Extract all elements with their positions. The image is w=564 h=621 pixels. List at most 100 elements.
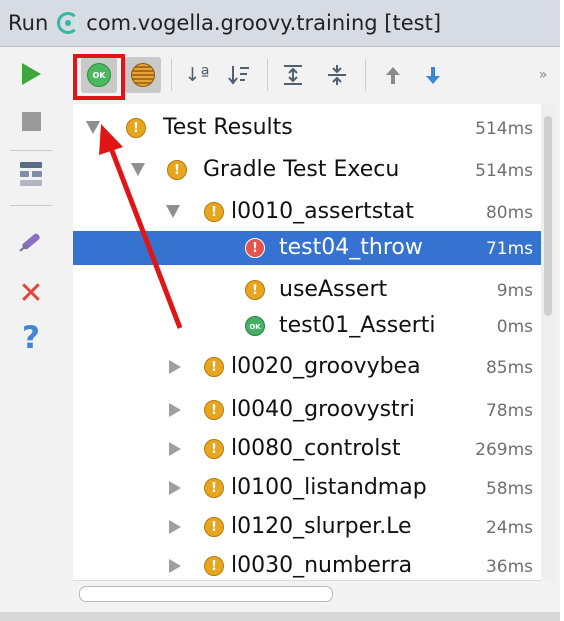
row-duration: 78ms: [485, 401, 533, 421]
toolbar-separator: [365, 59, 366, 91]
row-duration: 9ms: [496, 281, 533, 301]
collapsed-arrow-icon[interactable]: [169, 403, 181, 417]
collapsed-arrow-icon[interactable]: [169, 559, 181, 573]
run-label: Run: [8, 11, 49, 35]
layout-button[interactable]: [14, 157, 48, 191]
warning-icon: !: [204, 478, 224, 498]
error-icon: !: [245, 238, 265, 258]
warning-icon: !: [204, 202, 224, 222]
toolbar-separator: [171, 59, 172, 91]
warning-icon: !: [245, 280, 265, 300]
help-icon: ?: [22, 319, 40, 356]
sort-alpha-icon: ↓ª: [184, 64, 210, 86]
previous-failed-button[interactable]: [375, 57, 411, 93]
sort-alphabetically-button[interactable]: ↓ª: [179, 57, 215, 93]
tree-row[interactable]: ! l0010_assertstat 80ms: [73, 195, 541, 229]
row-duration: 514ms: [475, 119, 533, 139]
test-toolbar: OK ↓ª »: [63, 47, 560, 103]
toolbar-separator: [267, 59, 268, 91]
collapse-all-button[interactable]: [319, 57, 355, 93]
row-duration: 80ms: [485, 203, 533, 223]
run-config-icon: [57, 12, 80, 34]
tree-row[interactable]: ! Test Results 514ms: [73, 111, 541, 145]
more-actions-button[interactable]: »: [525, 57, 561, 93]
row-duration: 58ms: [485, 479, 533, 499]
chevron-double-right-icon: »: [538, 67, 548, 83]
expanded-arrow-icon[interactable]: [86, 121, 100, 134]
row-label: test01_Asserti: [279, 313, 436, 338]
arrow-up-icon: [386, 67, 400, 84]
scrollbar-thumb[interactable]: [79, 586, 333, 602]
scrollbar-thumb[interactable]: [544, 116, 552, 316]
warning-icon: !: [204, 357, 224, 377]
row-label: l0040_groovystri: [231, 397, 415, 422]
warning-icon: !: [204, 400, 224, 420]
tree-vertical-scrollbar[interactable]: [541, 104, 555, 580]
row-duration: 269ms: [475, 440, 533, 460]
bottom-strip: [0, 612, 560, 621]
row-label: l0100_listandmap: [231, 475, 427, 500]
show-ignored-button[interactable]: [125, 57, 161, 93]
warning-icon: !: [167, 160, 187, 180]
row-label: Gradle Test Execu: [203, 157, 400, 182]
tree-row[interactable]: OK test01_Asserti 0ms: [73, 309, 541, 343]
collapsed-arrow-icon[interactable]: [169, 360, 181, 374]
row-duration: 24ms: [485, 518, 533, 538]
run-config-name[interactable]: com.vogella.groovy.training [test]: [86, 11, 441, 35]
row-duration: 514ms: [475, 161, 533, 181]
row-label: Test Results: [163, 115, 293, 140]
help-button[interactable]: ?: [14, 321, 48, 355]
ignored-icon: [131, 63, 155, 87]
row-label: l0020_groovybea: [231, 354, 421, 379]
rerun-button[interactable]: [14, 57, 48, 91]
title-bar: Run com.vogella.groovy.training [test]: [0, 0, 560, 47]
collapsed-arrow-icon[interactable]: [169, 481, 181, 495]
collapse-all-icon: [328, 65, 346, 85]
run-tool-window: Run com.vogella.groovy.training [test] ✕…: [0, 0, 560, 621]
tree-row[interactable]: ! l0100_listandmap 58ms: [73, 471, 541, 505]
warning-icon: !: [204, 439, 224, 459]
row-duration: 85ms: [485, 358, 533, 378]
arrow-down-icon: [426, 67, 440, 84]
warning-icon: !: [126, 118, 146, 138]
row-label: l0080_controlst: [231, 436, 401, 461]
tree-row-selected[interactable]: ! test04_throw 71ms: [73, 231, 541, 265]
row-duration: 36ms: [485, 557, 533, 577]
highlight-box-annotation: [73, 54, 125, 100]
row-label: test04_throw: [279, 235, 423, 260]
row-label: l0030_numberra: [231, 553, 413, 578]
pin-tab-button[interactable]: [14, 224, 48, 258]
expand-all-button[interactable]: [275, 57, 311, 93]
expanded-arrow-icon[interactable]: [131, 163, 145, 176]
collapsed-arrow-icon[interactable]: [169, 520, 181, 534]
tree-row[interactable]: ! l0030_numberra 36ms: [73, 549, 541, 580]
expand-all-icon: [284, 65, 302, 85]
stop-button[interactable]: [14, 104, 48, 138]
next-failed-button[interactable]: [415, 57, 451, 93]
passed-icon: OK: [245, 316, 265, 336]
sort-duration-icon: [228, 66, 249, 85]
toolbar-separator: [10, 205, 52, 206]
pin-icon: [18, 228, 44, 254]
row-label: l0120_slurper.Le: [231, 514, 412, 539]
play-icon: [21, 63, 41, 85]
tree-row[interactable]: ! l0120_slurper.Le 24ms: [73, 510, 541, 544]
tree-row[interactable]: ! l0080_controlst 269ms: [73, 432, 541, 466]
expanded-arrow-icon[interactable]: [166, 205, 180, 218]
tree-row[interactable]: ! l0040_groovystri 78ms: [73, 393, 541, 427]
row-label: l0010_assertstat: [231, 199, 414, 224]
row-duration: 0ms: [496, 317, 533, 337]
tree-horizontal-scrollbar[interactable]: [73, 580, 541, 605]
stop-icon: [21, 111, 41, 131]
warning-icon: !: [204, 556, 224, 576]
tree-row[interactable]: ! l0020_groovybea 85ms: [73, 350, 541, 384]
test-results-tree[interactable]: ! Test Results 514ms ! Gradle Test Execu…: [73, 104, 541, 580]
sort-by-duration-button[interactable]: [221, 57, 257, 93]
close-icon: ✕: [18, 276, 44, 311]
row-label: useAssert: [279, 277, 388, 302]
tree-row[interactable]: ! Gradle Test Execu 514ms: [73, 153, 541, 187]
collapsed-arrow-icon[interactable]: [169, 442, 181, 456]
tree-row[interactable]: ! useAssert 9ms: [73, 273, 541, 307]
warning-icon: !: [204, 517, 224, 537]
close-button[interactable]: ✕: [14, 277, 48, 311]
